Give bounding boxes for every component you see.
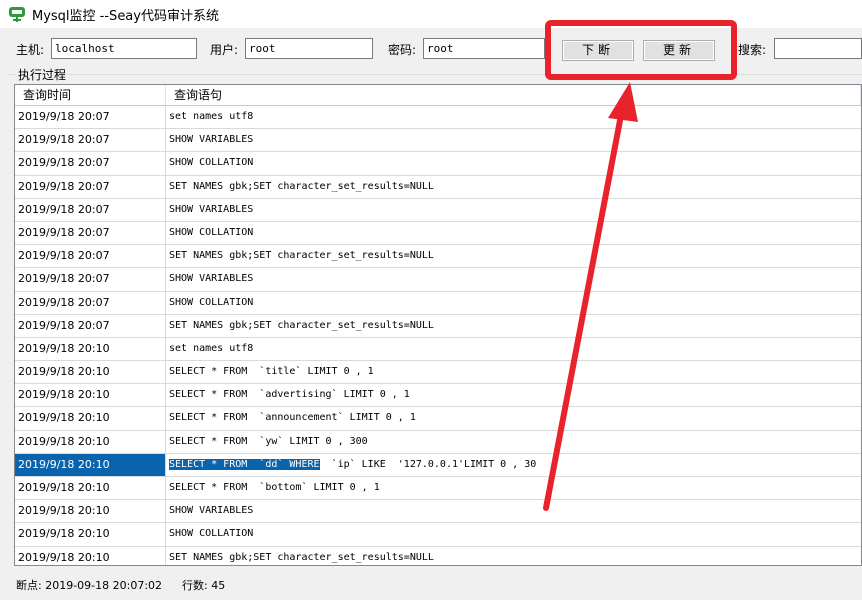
- table-row[interactable]: 2019/9/18 20:07 SET NAMES gbk;SET charact…: [15, 245, 861, 269]
- cell-query[interactable]: SELECT * FROM `announcement` LIMIT 0 , 1: [166, 407, 861, 429]
- cell-query[interactable]: SHOW VARIABLES: [166, 129, 861, 151]
- table-row[interactable]: 2019/9/18 20:07 SHOW VARIABLES: [15, 129, 861, 153]
- search-input[interactable]: [774, 38, 862, 59]
- break-button[interactable]: 下断: [562, 40, 634, 61]
- cell-query[interactable]: SET NAMES gbk;SET character_set_results=…: [166, 547, 861, 565]
- cell-time[interactable]: 2019/9/18 20:07: [15, 291, 166, 314]
- table-row[interactable]: 2019/9/18 20:10 SELECT * FROM `dd` WHERE …: [15, 453, 861, 477]
- cell-query[interactable]: SET NAMES gbk;SET character_set_results=…: [166, 176, 861, 198]
- cell-time[interactable]: 2019/9/18 20:07: [15, 314, 166, 337]
- cell-query[interactable]: SHOW VARIABLES: [166, 268, 861, 290]
- cell-time[interactable]: 2019/9/18 20:07: [15, 268, 166, 291]
- table-row[interactable]: 2019/9/18 20:07 SET NAMES gbk;SET charact…: [15, 314, 861, 338]
- table-row[interactable]: 2019/9/18 20:10 SELECT * FROM `yw` LIMIT …: [15, 430, 861, 454]
- cell-time[interactable]: 2019/9/18 20:10: [15, 477, 166, 500]
- query-log-grid[interactable]: 查询时间 查询语句 2019/9/18 20:07 set names utf8 2…: [14, 84, 862, 566]
- user-label: 用户:: [210, 43, 239, 57]
- table-row[interactable]: 2019/9/18 20:10 SELECT * FROM `title` LIM…: [15, 361, 861, 385]
- cell-time[interactable]: 2019/9/18 20:10: [15, 523, 166, 546]
- table-row[interactable]: 2019/9/18 20:10 SET NAMES gbk;SET charact…: [15, 546, 861, 565]
- cell-time[interactable]: 2019/9/18 20:10: [15, 337, 166, 361]
- column-header-time[interactable]: 查询时间: [15, 85, 166, 105]
- password-label: 密码:: [388, 43, 417, 57]
- cell-query[interactable]: SET NAMES gbk;SET character_set_results=…: [166, 245, 861, 267]
- cell-query[interactable]: SHOW COLLATION: [166, 292, 861, 314]
- table-row[interactable]: 2019/9/18 20:07 SET NAMES gbk;SET charact…: [15, 175, 861, 199]
- password-input[interactable]: [423, 38, 545, 59]
- group-divider: [8, 74, 862, 75]
- app-logo-icon: [9, 7, 25, 22]
- cell-query[interactable]: set names utf8: [166, 338, 861, 360]
- cell-time[interactable]: 2019/9/18 20:10: [15, 453, 166, 476]
- cell-query[interactable]: SET NAMES gbk;SET character_set_results=…: [166, 315, 861, 337]
- cell-time[interactable]: 2019/9/18 20:10: [15, 430, 166, 453]
- user-input[interactable]: [245, 38, 373, 59]
- cell-time[interactable]: 2019/9/18 20:10: [15, 384, 166, 407]
- update-button[interactable]: 更新: [643, 40, 715, 61]
- cell-time[interactable]: 2019/9/18 20:10: [15, 361, 166, 384]
- cell-time[interactable]: 2019/9/18 20:07: [15, 129, 166, 152]
- table-row[interactable]: 2019/9/18 20:10 SHOW VARIABLES: [15, 500, 861, 524]
- table-row[interactable]: 2019/9/18 20:07 SHOW COLLATION: [15, 221, 861, 246]
- table-row[interactable]: 2019/9/18 20:07 set names utf8: [15, 106, 861, 130]
- title-bar: Mysql监控 --Seay代码审计系统: [0, 0, 862, 28]
- table-row[interactable]: 2019/9/18 20:10 set names utf8: [15, 337, 861, 362]
- table-row[interactable]: 2019/9/18 20:07 SHOW COLLATION: [15, 291, 861, 315]
- grid-header: 查询时间 查询语句: [15, 85, 861, 106]
- cell-query[interactable]: SHOW COLLATION: [166, 222, 861, 244]
- table-row[interactable]: 2019/9/18 20:07 SHOW VARIABLES: [15, 198, 861, 222]
- cell-time[interactable]: 2019/9/18 20:07: [15, 106, 166, 129]
- cell-query[interactable]: set names utf8: [166, 106, 861, 128]
- cell-time[interactable]: 2019/9/18 20:10: [15, 407, 166, 430]
- window-title: Mysql监控 --Seay代码审计系统: [32, 8, 219, 24]
- cell-query[interactable]: SHOW VARIABLES: [166, 500, 861, 522]
- table-row[interactable]: 2019/9/18 20:07 SHOW COLLATION: [15, 152, 861, 176]
- cell-time[interactable]: 2019/9/18 20:07: [15, 245, 166, 268]
- cell-query[interactable]: SELECT * FROM `yw` LIMIT 0 , 300: [166, 431, 861, 453]
- host-label: 主机:: [16, 43, 45, 57]
- status-bar: 断点: 2019-09-18 20:07:02 行数: 45: [0, 570, 862, 600]
- cell-time[interactable]: 2019/9/18 20:10: [15, 500, 166, 523]
- breakpoint-status: 断点: 2019-09-18 20:07:02: [16, 579, 163, 592]
- cell-query[interactable]: SELECT * FROM `title` LIMIT 0 , 1: [166, 361, 861, 383]
- table-row[interactable]: 2019/9/18 20:10 SELECT * FROM `bottom` LI…: [15, 477, 861, 501]
- cell-time[interactable]: 2019/9/18 20:10: [15, 546, 166, 565]
- cell-time[interactable]: 2019/9/18 20:07: [15, 152, 166, 175]
- cell-query[interactable]: SELECT * FROM `bottom` LIMIT 0 , 1: [166, 477, 861, 499]
- cell-query[interactable]: SHOW VARIABLES: [166, 199, 861, 221]
- cell-query[interactable]: SHOW COLLATION: [166, 152, 861, 174]
- connection-toolbar: 主机: 用户: 密码: 下断 更新 搜索:: [0, 28, 862, 70]
- table-row[interactable]: 2019/9/18 20:10 SELECT * FROM `announceme…: [15, 407, 861, 431]
- table-row[interactable]: 2019/9/18 20:07 SHOW VARIABLES: [15, 268, 861, 292]
- group-label: 执行过程: [16, 66, 69, 83]
- table-row[interactable]: 2019/9/18 20:10 SHOW COLLATION: [15, 523, 861, 547]
- cell-query[interactable]: SHOW COLLATION: [166, 523, 861, 545]
- host-input[interactable]: [51, 38, 197, 59]
- cell-query[interactable]: SELECT * FROM `dd` WHERE `ip` LIKE '127.…: [166, 454, 861, 476]
- cell-time[interactable]: 2019/9/18 20:07: [15, 221, 166, 245]
- selected-text: SELECT * FROM `dd` WHERE: [169, 458, 320, 470]
- query-text-rest: `ip` LIKE '127.0.0.1'LIMIT 0 , 30: [319, 458, 537, 470]
- search-label: 搜索:: [738, 43, 767, 57]
- cell-time[interactable]: 2019/9/18 20:07: [15, 198, 166, 221]
- table-row[interactable]: 2019/9/18 20:10 SELECT * FROM `advertisin…: [15, 384, 861, 408]
- cell-time[interactable]: 2019/9/18 20:07: [15, 175, 166, 198]
- row-count-status: 行数: 45: [182, 579, 226, 592]
- column-header-query[interactable]: 查询语句: [166, 85, 861, 105]
- cell-query[interactable]: SELECT * FROM `advertising` LIMIT 0 , 1: [166, 384, 861, 406]
- grid-body: 2019/9/18 20:07 set names utf8 2019/9/18 2…: [15, 106, 861, 565]
